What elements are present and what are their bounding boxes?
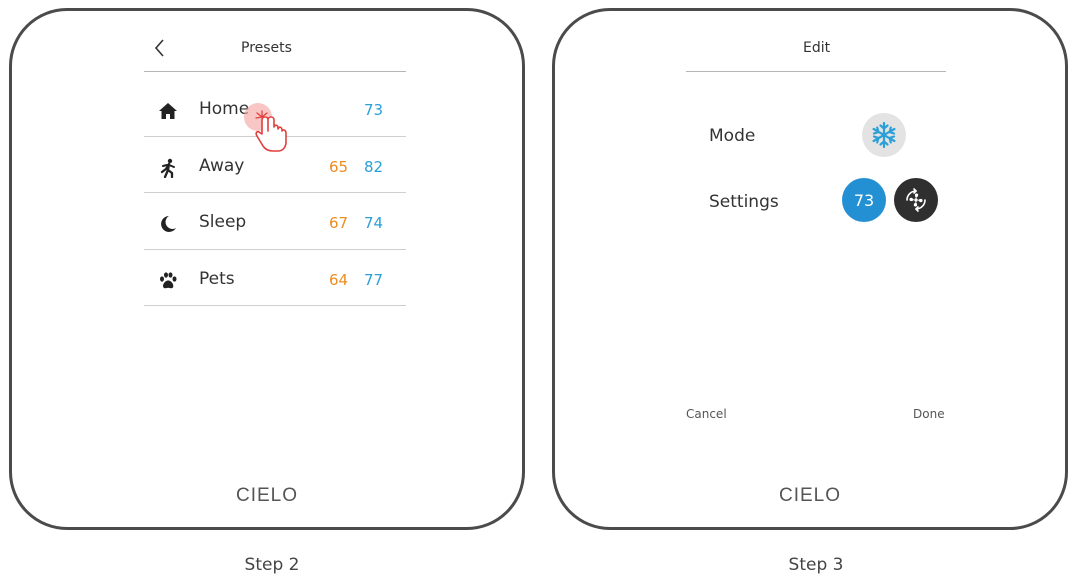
mode-label: Mode — [709, 126, 756, 146]
done-button[interactable]: Done — [913, 407, 945, 421]
brand-logo: CIELO — [235, 485, 299, 506]
step-2-caption: Step 2 — [244, 555, 300, 575]
step-3-caption: Step 3 — [788, 555, 844, 575]
header-divider — [144, 71, 406, 72]
preset-row-sleep[interactable]: Sleep 67 74 — [144, 196, 406, 252]
row-divider — [144, 249, 406, 250]
back-arrow-icon[interactable] — [151, 37, 169, 59]
fan-icon — [906, 188, 926, 212]
preset-row-pets[interactable]: Pets 64 77 — [144, 253, 406, 309]
row-divider — [144, 192, 406, 193]
fan-speed-button[interactable] — [894, 178, 938, 222]
tap-hand-icon — [244, 103, 287, 152]
cool-setpoint: 77 — [364, 271, 384, 289]
walk-icon — [160, 158, 175, 178]
row-divider — [144, 305, 406, 306]
mode-selector-button[interactable] — [862, 113, 906, 157]
paw-icon — [160, 272, 177, 289]
cool-setpoint: 82 — [364, 158, 384, 176]
temperature-setpoint-button[interactable]: 73 — [842, 178, 886, 222]
heat-setpoint: 64 — [329, 271, 349, 289]
home-icon — [159, 103, 177, 119]
moon-icon — [161, 216, 176, 232]
cancel-button[interactable]: Cancel — [686, 407, 727, 421]
settings-label: Settings — [709, 192, 779, 212]
screen-title: Presets — [241, 40, 292, 56]
brand-logo: CIELO — [778, 485, 842, 506]
heat-setpoint: 65 — [329, 158, 349, 176]
screen-title: Edit — [803, 40, 831, 56]
heat-setpoint: 67 — [329, 214, 349, 232]
edit-device-frame: Edit Mode Settings 73 Cancel Done CIELO — [552, 8, 1068, 530]
header-divider — [686, 71, 946, 72]
preset-label: Away — [199, 156, 245, 176]
preset-label: Pets — [199, 269, 235, 289]
cool-setpoint: 74 — [364, 214, 384, 232]
cool-setpoint: 73 — [364, 101, 384, 119]
presets-device-frame: Presets Home 73 Away 65 82 Sleep 67 74 P… — [9, 8, 525, 530]
snowflake-icon — [872, 121, 896, 149]
preset-label: Sleep — [199, 212, 247, 232]
